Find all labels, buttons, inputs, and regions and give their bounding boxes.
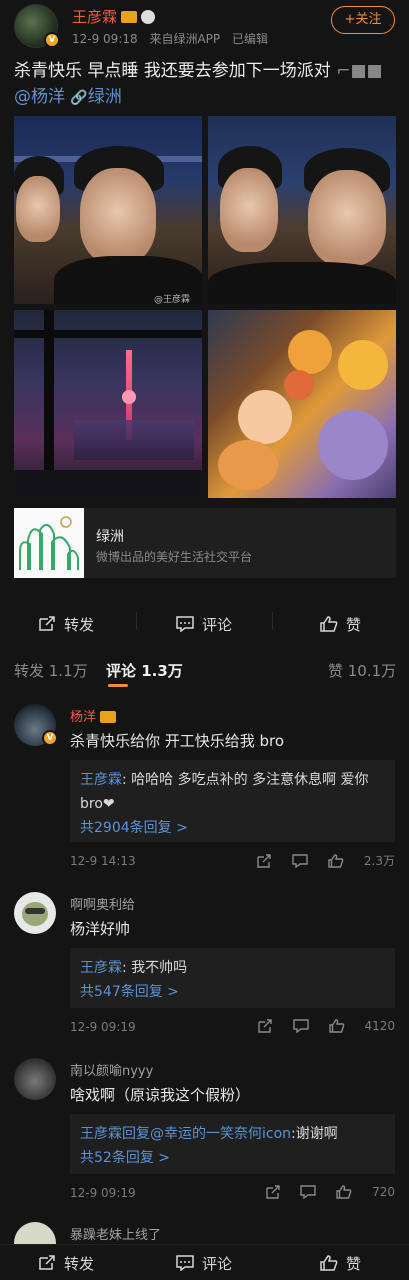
photo-1[interactable]: @王彦霖 xyxy=(14,116,202,304)
reply-author[interactable]: 王彦霖 xyxy=(80,772,122,788)
post-time: 12-9 09:18 xyxy=(72,32,138,46)
comment-author[interactable]: 杨洋 xyxy=(70,706,117,725)
reply-author[interactable]: 王彦霖 xyxy=(80,960,122,976)
like-button[interactable]: 赞 xyxy=(320,614,361,635)
repost-label[interactable]: 转发 xyxy=(64,616,94,634)
comment-time: 12-9 09:19 xyxy=(70,1020,136,1034)
post-meta: 12-9 09:18 来自绿洲APP 已编辑 xyxy=(72,30,276,47)
verified-badge-icon: V xyxy=(42,730,58,746)
comment-button[interactable]: 评论 xyxy=(176,614,232,635)
like-count: 4120 xyxy=(364,1018,395,1033)
comment-tabs: 转发 1.1万 评论 1.3万 赞 10.1万 xyxy=(0,656,409,688)
reply-box[interactable]: 王彦霖回复@幸运的一笑奈何icon:谢谢啊 共52条回复 > xyxy=(70,1114,395,1174)
comment-text: 杨洋好帅 xyxy=(70,920,131,938)
comment-icon xyxy=(176,615,194,632)
comment-author-name[interactable]: 杨洋 xyxy=(70,710,96,725)
oasis-link[interactable]: 🔗绿洲 xyxy=(70,87,121,107)
post-body: 杀青快乐 早点睡 我还要去参加下一场派对 xyxy=(14,61,331,81)
comment-author-name[interactable]: 南以颜喻nyyy xyxy=(70,1060,153,1079)
bottom-action-bar: 转发 评论 赞 xyxy=(0,1244,409,1280)
photo-watermark: @王彦霖 xyxy=(154,295,191,304)
like-count: 720 xyxy=(372,1184,395,1199)
follow-button[interactable]: +关注 xyxy=(331,6,395,34)
post-edited: 已编辑 xyxy=(231,32,268,46)
share-icon[interactable] xyxy=(257,1018,273,1033)
oasis-link-label[interactable]: 绿洲 xyxy=(88,87,122,107)
card-subtitle: 微博出品的美好生活社交平台 xyxy=(96,550,253,564)
like-label[interactable]: 赞 xyxy=(346,616,361,634)
comment-label[interactable]: 评论 xyxy=(202,616,232,634)
comment-label[interactable]: 评论 xyxy=(202,1255,232,1273)
post-text: 杀青快乐 早点睡 我还要去参加下一场派对 ⌐■■ @杨洋 🔗绿洲 xyxy=(14,58,399,111)
photo-2[interactable] xyxy=(208,116,396,304)
like-counter[interactable]: 720 xyxy=(336,1184,395,1199)
reply-text: 谢谢啊 xyxy=(295,1126,338,1142)
reply-box[interactable]: 王彦霖: 哈哈哈 多吃点补的 多注意休息啊 爱你bro❤ 共2904条回复 > xyxy=(70,760,395,842)
mention-link[interactable]: @杨洋 xyxy=(14,87,65,107)
tab-like[interactable]: 赞 10.1万 xyxy=(328,660,396,681)
comment-author-name[interactable]: 暴躁老妹上线了 xyxy=(70,1224,161,1243)
thumbs-up-icon xyxy=(336,1185,352,1199)
divider xyxy=(136,612,137,630)
author-name[interactable]: 王彦霖 xyxy=(72,6,156,27)
more-replies-link[interactable]: 共52条回复 > xyxy=(80,1146,385,1170)
like-counter[interactable]: 4120 xyxy=(328,1018,395,1033)
action-bar: 转发 评论 赞 xyxy=(0,604,409,648)
reply-box[interactable]: 王彦霖: 我不帅吗 共547条回复 > xyxy=(70,948,395,1008)
comment-time: 12-9 14:13 xyxy=(70,854,136,868)
crown-icon xyxy=(121,10,138,23)
thumbs-up-icon xyxy=(320,615,338,632)
comment-icon xyxy=(176,1254,194,1271)
comment-text: 啥戏啊（原谅我这个假粉） xyxy=(70,1086,251,1104)
link-icon: 🔗 xyxy=(70,90,88,106)
reply-text: 我不帅吗 xyxy=(131,960,188,976)
tab-repost[interactable]: 转发 1.1万 xyxy=(14,660,88,681)
more-replies-link[interactable]: 共547条回复 > xyxy=(80,980,385,1004)
comment-text: 杀青快乐给你 开工快乐给我 bro xyxy=(70,732,285,750)
oasis-card[interactable]: 绿洲 微博出品的美好生活社交平台 xyxy=(14,508,396,578)
more-replies-link[interactable]: 共2904条回复 > xyxy=(80,816,385,840)
oasis-logo-icon xyxy=(14,508,84,578)
comment-time: 12-9 09:19 xyxy=(70,1186,136,1200)
comment-author-name[interactable]: 啊啊奥利给 xyxy=(70,894,135,913)
photo-3[interactable] xyxy=(14,310,202,498)
like-counter[interactable]: 2.3万 xyxy=(328,852,395,869)
thumbs-up-icon xyxy=(328,853,344,868)
repost-icon xyxy=(39,1254,55,1270)
reply-colon: : xyxy=(122,960,132,976)
like-count: 2.3万 xyxy=(363,854,395,868)
post-source[interactable]: 来自绿洲APP xyxy=(149,32,220,46)
sunglasses-icon: ⌐■■ xyxy=(330,61,383,81)
repost-icon xyxy=(39,615,55,631)
verified-badge-icon: V xyxy=(44,32,60,48)
like-label[interactable]: 赞 xyxy=(346,1255,361,1273)
comment-avatar[interactable] xyxy=(14,1058,56,1100)
panda-icon xyxy=(141,9,156,24)
share-icon[interactable] xyxy=(265,1184,281,1199)
reply-colon: : xyxy=(122,772,132,788)
repost-button[interactable]: 转发 xyxy=(38,614,94,635)
divider xyxy=(272,612,273,630)
comment-avatar[interactable] xyxy=(14,892,56,934)
card-title: 绿洲 xyxy=(96,529,124,545)
active-tab-indicator xyxy=(108,684,128,687)
reply-icon[interactable] xyxy=(300,1184,317,1199)
tab-comment[interactable]: 评论 1.3万 xyxy=(106,660,183,681)
reply-author[interactable]: 王彦霖回复@幸运的一笑奈何icon xyxy=(80,1126,291,1142)
reply-icon[interactable] xyxy=(292,853,308,868)
like-button[interactable]: 赞 xyxy=(320,1253,361,1274)
photo-4[interactable] xyxy=(208,310,396,498)
comment-button[interactable]: 评论 xyxy=(176,1253,232,1274)
repost-button[interactable]: 转发 xyxy=(38,1253,94,1274)
reply-icon[interactable] xyxy=(293,1018,309,1033)
share-icon[interactable] xyxy=(256,853,272,868)
thumbs-up-icon xyxy=(320,1254,338,1271)
repost-label[interactable]: 转发 xyxy=(64,1255,94,1273)
crown-icon xyxy=(100,710,117,723)
author-name-text[interactable]: 王彦霖 xyxy=(72,8,117,26)
thumbs-up-icon xyxy=(328,1019,344,1033)
